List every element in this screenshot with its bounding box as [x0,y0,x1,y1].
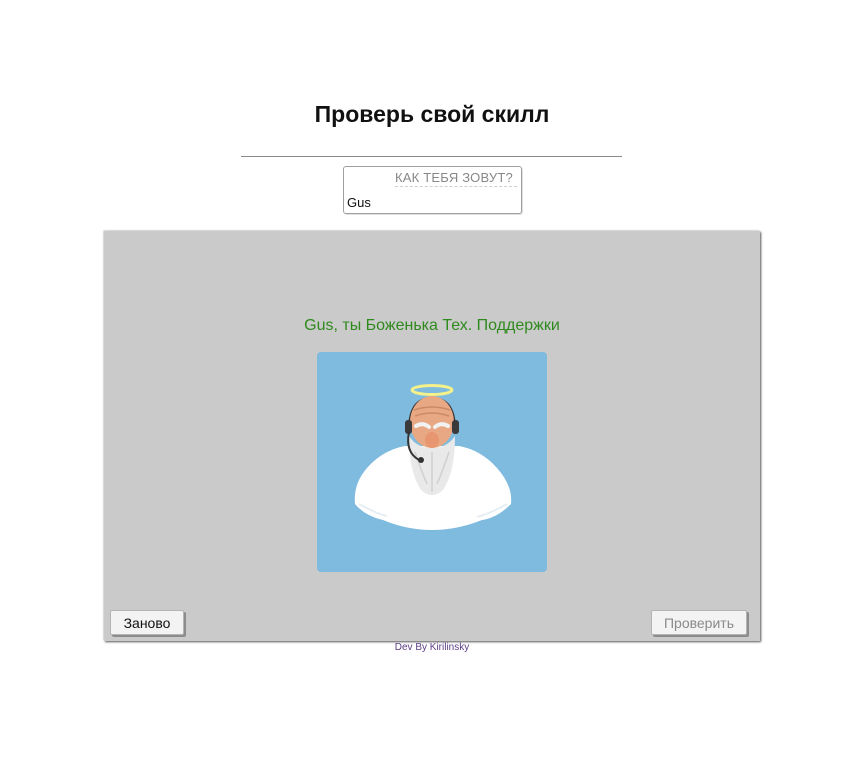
tech-support-god-illustration [354,384,512,530]
headset-left-cup [405,420,412,434]
headset-right-cup [452,420,459,434]
name-input[interactable] [347,193,515,211]
footer-credit: Dev By Kirilinsky [394,642,470,653]
name-field-label: КАК ТЕБЯ ЗОВУТ? [395,170,513,185]
title-divider [241,156,622,157]
page: Проверь свой скилл КАК ТЕБЯ ЗОВУТ? Gus, … [0,0,852,779]
page-title: Проверь свой скилл [314,101,550,127]
name-field-underline [395,186,517,187]
check-button[interactable]: Проверить [651,610,747,635]
name-field[interactable]: КАК ТЕБЯ ЗОВУТ? [343,166,522,214]
halo-icon [410,384,454,396]
result-image [317,352,547,572]
quiz-panel: Gus, ты Боженька Тех. Поддержки Заново П… [104,231,760,641]
result-text: Gus, ты Боженька Тех. Поддержки [304,317,560,334]
restart-button[interactable]: Заново [110,610,184,635]
